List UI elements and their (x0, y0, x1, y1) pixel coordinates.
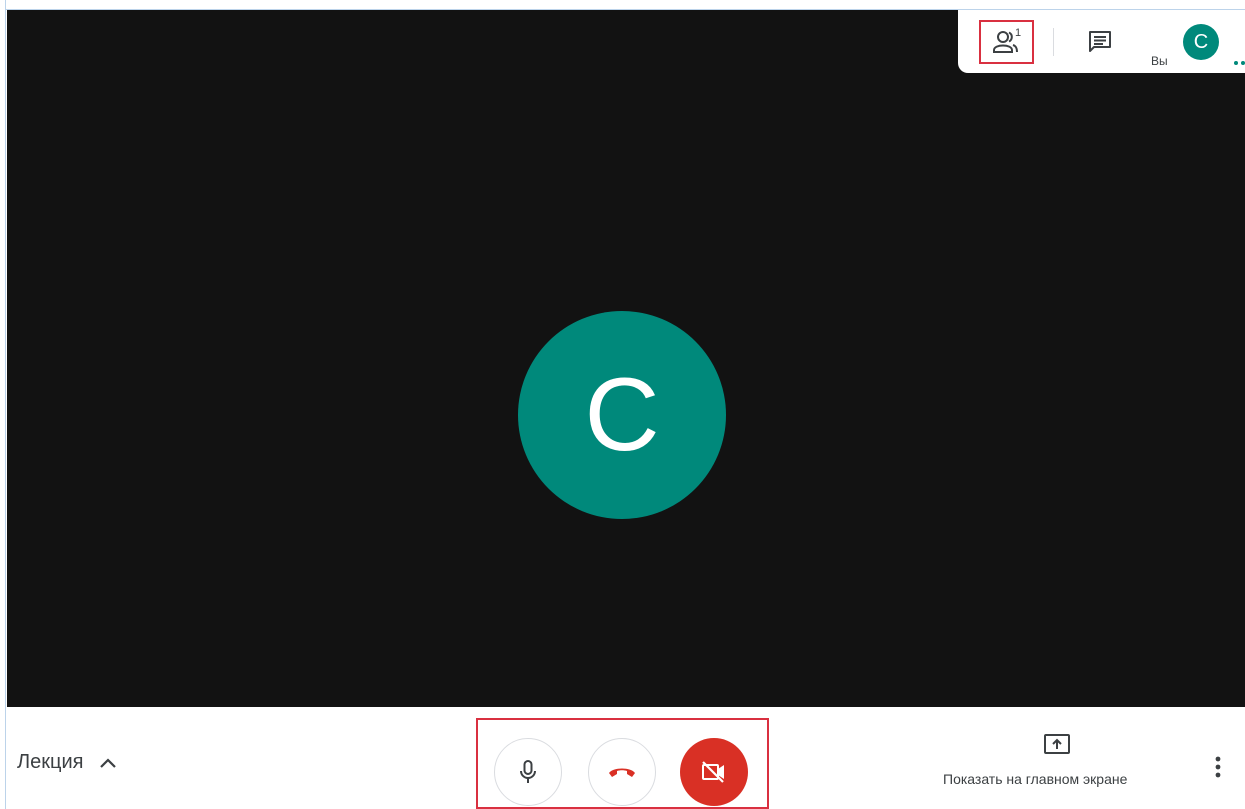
participant-avatar: C (518, 311, 726, 519)
more-options-button[interactable] (1203, 747, 1233, 787)
present-screen-button[interactable]: Показать на главном экране (932, 733, 1182, 793)
microphone-icon (520, 760, 536, 783)
present-screen-label: Показать на главном экране (943, 771, 1128, 787)
meeting-name: Лекция (17, 751, 84, 773)
more-vertical-icon (1215, 756, 1221, 778)
participants-count: 1 (1015, 27, 1022, 39)
camera-toggle-button[interactable] (680, 738, 748, 806)
chevron-up-icon (100, 757, 117, 768)
self-label: Вы (1151, 54, 1168, 68)
window-top-border (0, 0, 1245, 10)
meet-window: C 1 Вы C Лекция Показать на главном экра… (0, 0, 1245, 809)
phone-hangup-icon (609, 768, 635, 777)
participants-button[interactable]: 1 (979, 20, 1034, 64)
top-right-panel: 1 Вы C (958, 10, 1245, 73)
speaking-indicator-icon (1234, 61, 1245, 65)
panel-divider (1053, 28, 1054, 56)
call-controls-highlight (476, 718, 769, 809)
hangup-button[interactable] (588, 738, 656, 806)
chat-button[interactable] (1082, 24, 1118, 60)
microphone-button[interactable] (494, 738, 562, 806)
bottom-toolbar: Лекция Показать на главном экране (7, 707, 1245, 809)
camera-off-icon (702, 761, 724, 783)
video-stage: C (7, 10, 1245, 707)
window-left-border (0, 0, 6, 809)
meeting-details-toggle[interactable]: Лекция (17, 751, 117, 774)
present-screen-icon (1044, 734, 1070, 754)
self-avatar[interactable]: C (1183, 24, 1219, 60)
chat-icon (1089, 31, 1111, 52)
